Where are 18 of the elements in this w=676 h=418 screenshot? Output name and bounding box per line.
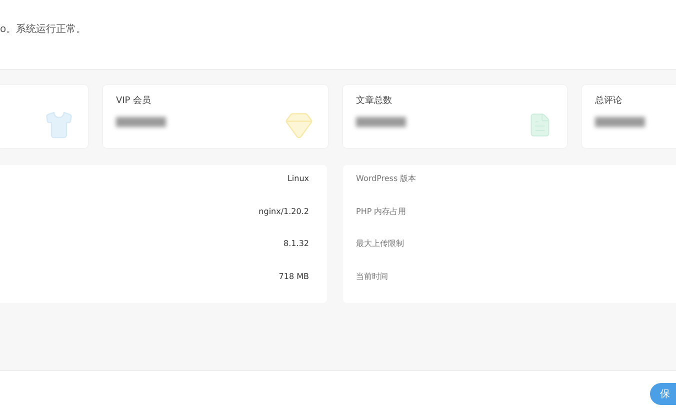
info-value: nginx/1.20.2 bbox=[258, 206, 309, 218]
info-label: 当前时间 bbox=[356, 270, 388, 282]
info-value: 718 MB bbox=[278, 270, 309, 282]
info-label: 最大上传限制 bbox=[356, 238, 404, 250]
save-button[interactable]: 保 bbox=[650, 383, 676, 405]
info-value: 8.1.32 bbox=[284, 238, 309, 250]
info-label: PHP 内存占用 bbox=[356, 206, 406, 218]
stat-label: 文章总数 bbox=[356, 95, 393, 108]
blurred-value bbox=[116, 116, 166, 126]
info-label: WordPress 版本 bbox=[356, 173, 416, 185]
blurred-value bbox=[356, 116, 406, 126]
gem-icon bbox=[284, 110, 314, 140]
stat-label: 总评论 bbox=[595, 95, 623, 108]
blurred-value bbox=[595, 116, 645, 126]
stat-label: VIP 会员 bbox=[116, 95, 152, 108]
info-value: Linux bbox=[287, 173, 309, 185]
status-message: o。系统运行正常。 bbox=[0, 22, 86, 37]
shirt-icon bbox=[44, 110, 74, 140]
